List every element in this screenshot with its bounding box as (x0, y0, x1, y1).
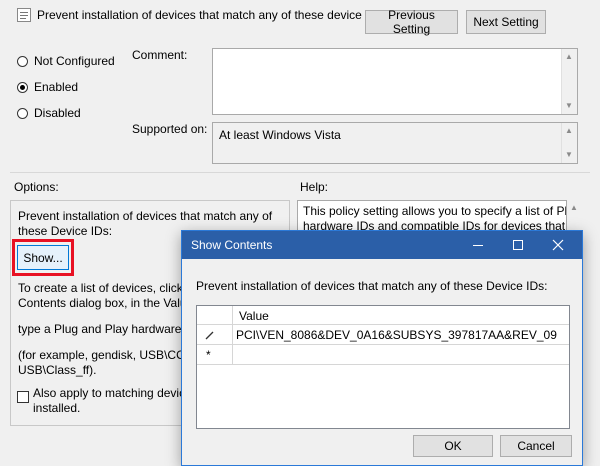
help-label: Help: (300, 180, 329, 194)
scroll-up-icon[interactable]: ▲ (564, 52, 574, 62)
ok-button[interactable]: OK (413, 435, 493, 457)
next-setting-button[interactable]: Next Setting (466, 10, 546, 34)
options-text-3: type a Plug and Play hardware ID (18, 322, 197, 336)
options-label: Options: (14, 180, 59, 194)
comment-scrollbar[interactable]: ▲ ▼ (561, 49, 577, 114)
apply-matching-checkbox[interactable] (17, 391, 29, 403)
table-row[interactable]: PCI\VEN_8086&DEV_0A16&SUBSYS_397817AA&RE… (233, 325, 569, 345)
dialog-prompt: Prevent installation of devices that mat… (196, 279, 548, 293)
radio-not-configured-label: Not Configured (34, 54, 115, 68)
maximize-icon[interactable] (510, 237, 526, 253)
apply-matching-label-1: Also apply to matching device (33, 386, 192, 400)
comment-textarea[interactable]: ▲ ▼ (212, 48, 578, 115)
asterisk-icon: * (206, 348, 211, 362)
radio-enabled[interactable]: Enabled (17, 79, 78, 95)
policy-title: Prevent installation of devices that mat… (37, 8, 362, 22)
previous-setting-button[interactable]: Previous Setting (365, 8, 458, 36)
help-line-1: This policy setting allows you to specif… (303, 204, 567, 218)
options-text-1: To create a list of devices, click Sh (18, 281, 201, 295)
grid-corner (197, 306, 233, 325)
options-text-2: Contents dialog box, in the Value (18, 296, 194, 310)
apply-matching-label-2: installed. (33, 401, 81, 415)
cancel-button[interactable]: Cancel (500, 435, 572, 457)
scroll-down-icon[interactable]: ▼ (564, 150, 574, 160)
scroll-up-icon[interactable]: ▲ (564, 126, 574, 136)
supported-value: At least Windows Vista (219, 128, 341, 142)
minimize-icon[interactable] (470, 237, 486, 253)
supported-scrollbar[interactable]: ▲ ▼ (561, 123, 577, 163)
column-header-label: Value (239, 309, 269, 323)
dialog-title: Show Contents (191, 238, 273, 252)
row-header[interactable]: * (197, 345, 233, 365)
radio-disabled-label: Disabled (34, 106, 81, 120)
radio-enabled-label: Enabled (34, 80, 79, 94)
table-row[interactable] (233, 345, 569, 365)
scroll-down-icon[interactable]: ▼ (564, 101, 574, 111)
dialog-titlebar[interactable]: Show Contents (182, 231, 582, 259)
grid-column-header[interactable]: Value (233, 306, 569, 325)
row-header[interactable] (197, 325, 233, 345)
divider (10, 172, 590, 173)
scroll-up-icon[interactable]: ▲ (569, 203, 579, 213)
options-text-5: USB\Class_ff). (18, 363, 97, 377)
radio-not-configured[interactable]: Not Configured (17, 53, 115, 69)
supported-value-box: At least Windows Vista ▲ ▼ (212, 122, 578, 164)
radio-disabled-circle[interactable] (17, 107, 28, 119)
options-text-4: (for example, gendisk, USB\COM (18, 348, 196, 362)
radio-enabled-circle[interactable] (17, 81, 28, 93)
radio-not-configured-circle[interactable] (17, 55, 28, 67)
pencil-icon (205, 331, 214, 340)
comment-label: Comment: (132, 48, 188, 62)
close-icon[interactable] (550, 237, 566, 253)
show-contents-dialog: Show Contents Prevent installation of de… (181, 230, 583, 466)
show-button[interactable]: Show... (17, 245, 69, 270)
values-grid: Value PCI\VEN_8086&DEV_0A16&SUBSYS_39781… (196, 305, 570, 429)
row-value[interactable]: PCI\VEN_8086&DEV_0A16&SUBSYS_397817AA&RE… (236, 328, 557, 342)
radio-disabled[interactable]: Disabled (17, 105, 81, 121)
supported-label: Supported on: (132, 122, 208, 136)
policy-icon (17, 8, 31, 22)
